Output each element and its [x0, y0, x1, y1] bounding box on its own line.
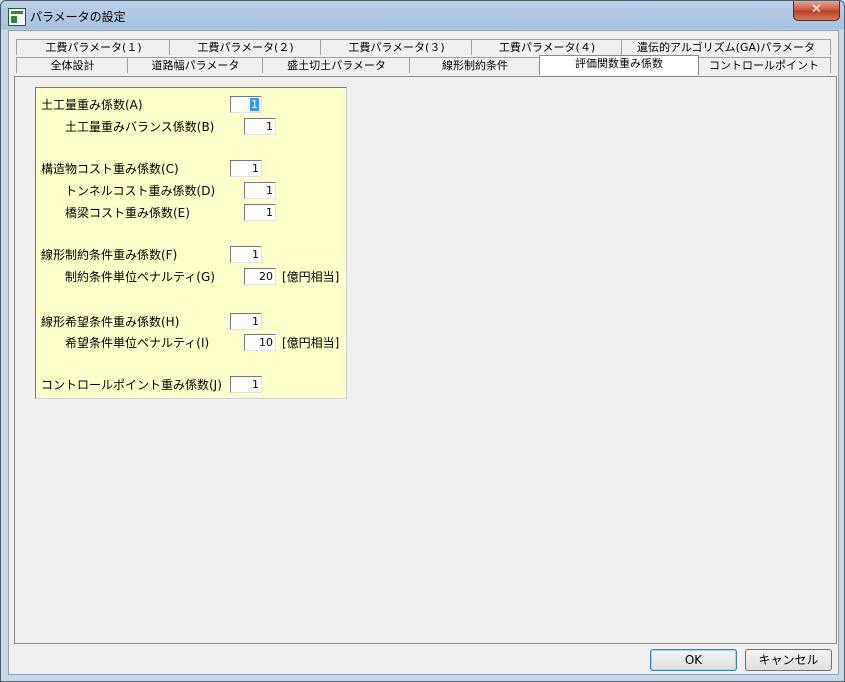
- tab-row-front: 全体設計 道路幅パラメータ 盛土切土パラメータ 線形制約条件 評価関数重み係数 …: [14, 55, 834, 75]
- earthwork-weight-label: 土工量重み係数(A): [41, 98, 143, 112]
- structure-cost-weight-input[interactable]: 1: [230, 160, 262, 177]
- bridge-cost-weight-input[interactable]: 1: [244, 204, 276, 221]
- tab-overall-design[interactable]: 全体設計: [16, 57, 129, 73]
- close-button[interactable]: ✕: [793, 1, 840, 21]
- earthwork-balance-weight-input[interactable]: 1: [244, 118, 276, 135]
- tunnel-cost-weight-input[interactable]: 1: [244, 182, 276, 199]
- alignment-constraint-weight-input[interactable]: 1: [230, 246, 262, 263]
- tab-row-back: 工費パラメータ(１) 工費パラメータ(２) 工費パラメータ(３) 工費パラメータ…: [14, 39, 834, 56]
- preference-unit-penalty-input[interactable]: 10: [244, 334, 276, 351]
- tab-construction-cost-4[interactable]: 工費パラメータ(４): [471, 39, 623, 55]
- constraint-unit-penalty-unit: [億円相当]: [282, 270, 340, 284]
- tab-panel-evaluation-weights: 土工量重み係数(A) 1 土工量重みバランス係数(B) 1 構造物コスト重み係数…: [14, 76, 837, 644]
- tab-alignment-constraints[interactable]: 線形制約条件: [409, 57, 541, 73]
- alignment-preference-weight-input[interactable]: 1: [230, 313, 262, 330]
- bridge-cost-weight-label: 橋梁コスト重み係数(E): [65, 206, 190, 220]
- tab-construction-cost-1[interactable]: 工費パラメータ(１): [16, 39, 171, 55]
- tab-road-width[interactable]: 道路幅パラメータ: [127, 57, 264, 73]
- tab-evaluation-weights[interactable]: 評価関数重み係数: [539, 55, 699, 75]
- constraint-unit-penalty-input[interactable]: 20: [244, 268, 276, 285]
- structure-cost-weight-label: 構造物コスト重み係数(C): [41, 162, 179, 176]
- weights-group-panel: 土工量重み係数(A) 1 土工量重みバランス係数(B) 1 構造物コスト重み係数…: [35, 87, 347, 399]
- alignment-preference-weight-label: 線形希望条件重み係数(H): [41, 315, 180, 329]
- alignment-constraint-weight-label: 線形制約条件重み係数(F): [41, 248, 178, 262]
- tab-genetic-algorithm[interactable]: 遺伝的アルゴリズム(GA)パラメータ: [621, 39, 831, 55]
- ok-button[interactable]: OK: [650, 649, 737, 671]
- parameter-settings-window: パラメータの設定 ✕ 工費パラメータ(１) 工費パラメータ(２) 工費パラメータ…: [0, 0, 845, 682]
- tab-construction-cost-2[interactable]: 工費パラメータ(２): [169, 39, 322, 55]
- tab-embankment-cut[interactable]: 盛土切土パラメータ: [262, 57, 411, 73]
- preference-unit-penalty-label: 希望条件単位ペナルティ(I): [65, 336, 210, 350]
- earthwork-weight-input[interactable]: 1: [230, 96, 262, 113]
- preference-unit-penalty-unit: [億円相当]: [282, 336, 340, 350]
- cancel-button[interactable]: キャンセル: [745, 649, 832, 671]
- tunnel-cost-weight-label: トンネルコスト重み係数(D): [65, 184, 216, 198]
- title-bar[interactable]: パラメータの設定 ✕: [1, 1, 844, 29]
- tab-control-points[interactable]: コントロールポイント: [697, 57, 831, 73]
- control-point-weight-input[interactable]: 1: [230, 376, 262, 393]
- earthwork-balance-weight-label: 土工量重みバランス係数(B): [65, 120, 215, 134]
- constraint-unit-penalty-label: 制約条件単位ペナルティ(G): [65, 270, 215, 284]
- app-icon: [8, 8, 26, 26]
- tab-construction-cost-3[interactable]: 工費パラメータ(３): [320, 39, 473, 55]
- control-point-weight-label: コントロールポイント重み係数(J): [41, 378, 222, 392]
- dialog-client-area: 工費パラメータ(１) 工費パラメータ(２) 工費パラメータ(３) 工費パラメータ…: [8, 30, 839, 675]
- window-title: パラメータの設定: [30, 10, 126, 24]
